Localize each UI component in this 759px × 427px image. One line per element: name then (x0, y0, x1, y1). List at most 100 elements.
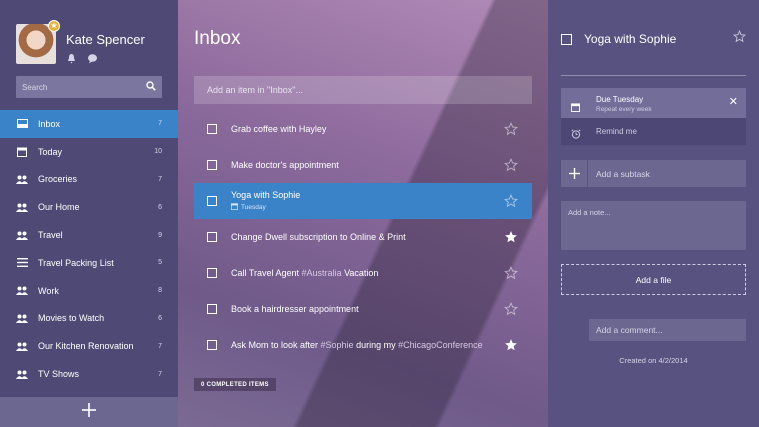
hashtag-link[interactable]: #ChicagoConference (398, 340, 483, 350)
task-row[interactable]: Make doctor's appointment (194, 147, 532, 183)
sidebar-item-count: 7 (158, 120, 162, 128)
task-row[interactable]: Book a hairdresser appointment (194, 291, 532, 327)
calendar-icon (571, 99, 580, 112)
search-icon[interactable] (146, 78, 156, 96)
sidebar-item-label: Today (38, 146, 63, 157)
sidebar-item-today[interactable]: Today 10 (0, 138, 178, 166)
due-date-field[interactable]: Due Tuesday Repeat every week ✕ (561, 88, 746, 118)
search-placeholder: Search (22, 82, 48, 92)
calendar-icon (16, 147, 28, 157)
task-text: Change Dwell subscription to Online & Pr… (231, 232, 504, 242)
task-row[interactable]: Ask Mom to look after #Sophie during my … (194, 327, 532, 363)
sidebar-item-label: TV Shows (38, 369, 80, 380)
calendar-icon (231, 203, 238, 212)
sidebar-item-label: Groceries (38, 174, 78, 185)
remind-me-field[interactable]: Remind me (561, 118, 746, 145)
star-outline-icon[interactable] (504, 122, 518, 136)
add-list-button[interactable] (0, 397, 178, 427)
page-title: Inbox (194, 28, 241, 49)
chat-bubble-icon[interactable] (87, 51, 98, 64)
task-checkbox[interactable] (207, 124, 217, 134)
task-text: Ask Mom to look after #Sophie during my … (231, 340, 504, 350)
sidebar-item-tv-shows[interactable]: TV Shows 7 (0, 360, 178, 388)
divider (561, 75, 746, 76)
task-title: Make doctor's appointment (231, 160, 504, 170)
sidebar-item-count: 5 (158, 259, 162, 267)
sidebar-item-count: 6 (158, 314, 162, 322)
hashtag-link[interactable]: #Australia (302, 268, 342, 278)
task-title-part: Yoga with Sophie (231, 190, 301, 200)
sidebar-item-inbox[interactable]: Inbox 7 (0, 110, 178, 138)
task-row[interactable]: Call Travel Agent #Australia Vacation (194, 255, 532, 291)
task-row[interactable]: Change Dwell subscription to Online & Pr… (194, 219, 532, 255)
task-title-part: Grab coffee with Hayley (231, 124, 327, 134)
task-due-label: Tuesday (241, 204, 266, 211)
detail-checkbox[interactable] (561, 33, 572, 45)
repeat-label: Repeat every week (596, 106, 652, 113)
sidebar-item-work[interactable]: Work 8 (0, 277, 178, 305)
star-outline-icon[interactable] (504, 266, 518, 280)
shared-users-icon (16, 341, 28, 351)
shared-users-icon (16, 174, 28, 184)
add-item-input[interactable]: Add an item in "Inbox"... (194, 76, 532, 104)
star-outline-icon[interactable] (504, 302, 518, 316)
add-file-button[interactable]: Add a file (561, 264, 746, 295)
search-input[interactable]: Search (16, 76, 162, 98)
user-profile[interactable]: ★ Kate Spencer (16, 20, 166, 68)
shared-users-icon (16, 202, 28, 212)
star-badge-icon: ★ (48, 20, 60, 32)
sidebar-item-travel[interactable]: Travel 9 (0, 221, 178, 249)
sidebar-item-groceries[interactable]: Groceries 7 (0, 166, 178, 194)
shared-users-icon (16, 286, 28, 296)
star-filled-icon[interactable] (504, 230, 518, 244)
sidebar-item-our-home[interactable]: Our Home 6 (0, 193, 178, 221)
task-list: Grab coffee with Hayley Make doctor's app… (194, 111, 532, 363)
sidebar: ★ Kate Spencer Search Inbox 7 Today 10 G… (0, 0, 178, 427)
plus-icon (561, 160, 588, 187)
task-checkbox[interactable] (207, 196, 217, 206)
task-title-part: Ask Mom to look after (231, 340, 321, 350)
task-text: Make doctor's appointment (231, 160, 504, 170)
star-filled-icon[interactable] (504, 338, 518, 352)
sidebar-item-count: 7 (158, 342, 162, 350)
task-checkbox[interactable] (207, 268, 217, 278)
star-outline-icon[interactable] (733, 30, 746, 48)
due-date-label: Due Tuesday (596, 95, 644, 104)
sidebar-item-movies-to-watch[interactable]: Movies to Watch 6 (0, 305, 178, 333)
hashtag-link[interactable]: #Sophie (321, 340, 354, 350)
detail-header: Yoga with Sophie (561, 30, 746, 48)
sidebar-item-our-kitchen-renovation[interactable]: Our Kitchen Renovation 7 (0, 332, 178, 360)
alarm-clock-icon (571, 126, 581, 139)
user-name[interactable]: Kate Spencer (66, 32, 145, 47)
inbox-icon (16, 119, 28, 129)
profile-actions (66, 51, 98, 64)
task-text: Grab coffee with Hayley (231, 124, 504, 134)
sidebar-item-label: Work (38, 285, 59, 296)
bell-icon[interactable] (66, 51, 77, 64)
task-text: Yoga with Sophie Tuesday (231, 190, 504, 212)
task-checkbox[interactable] (207, 160, 217, 170)
star-outline-icon[interactable] (504, 194, 518, 208)
task-checkbox[interactable] (207, 304, 217, 314)
subtask-placeholder: Add a subtask (596, 169, 650, 179)
task-checkbox[interactable] (207, 340, 217, 350)
add-subtask-input[interactable]: Add a subtask (561, 160, 746, 187)
star-outline-icon[interactable] (504, 158, 518, 172)
note-field[interactable]: Add a note... (561, 201, 746, 250)
completed-items-button[interactable]: 0 COMPLETED ITEMS (194, 378, 276, 391)
sidebar-item-count: 7 (158, 175, 162, 183)
task-title-part: Call Travel Agent (231, 268, 302, 278)
task-title: Book a hairdresser appointment (231, 304, 504, 314)
sidebar-item-travel-packing-list[interactable]: Travel Packing List 5 (0, 249, 178, 277)
task-checkbox[interactable] (207, 232, 217, 242)
comment-input[interactable]: Add a comment... (589, 319, 746, 341)
list-menu: Inbox 7 Today 10 Groceries 7 Our Home 6 … (0, 110, 178, 388)
task-row[interactable]: Yoga with Sophie Tuesday (194, 183, 532, 219)
sidebar-item-label: Our Home (38, 202, 80, 213)
sidebar-item-count: 8 (158, 287, 162, 295)
created-date: Created on 4/2/2014 (619, 356, 688, 365)
detail-title[interactable]: Yoga with Sophie (584, 32, 733, 46)
task-title-part: Vacation (341, 268, 379, 278)
task-row[interactable]: Grab coffee with Hayley (194, 111, 532, 147)
close-icon[interactable]: ✕ (729, 97, 738, 108)
